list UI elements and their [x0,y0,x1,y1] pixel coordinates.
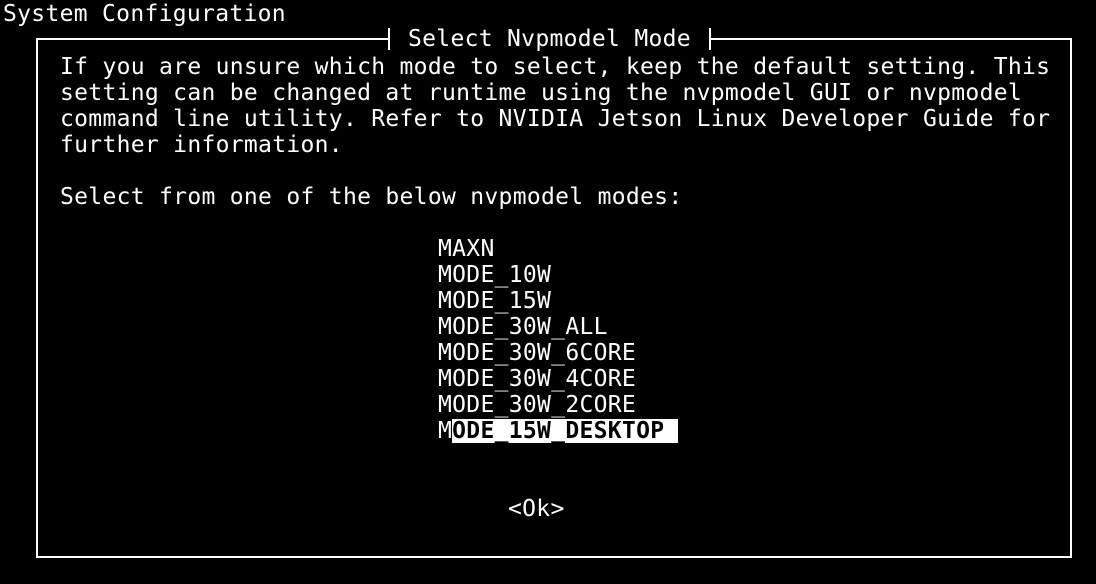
select-prompt: Select from one of the below nvpmodel mo… [60,184,683,210]
mode-item-maxn[interactable]: MAXN [438,236,678,262]
mode-item-30w-all[interactable]: MODE_30W_ALL [438,314,678,340]
mode-item-10w[interactable]: MODE_10W [438,262,678,288]
selected-mode-highlight: ODE_15W_DESKTOP [452,419,679,443]
screen-title: System Configuration [3,1,286,27]
title-right-tick [708,28,711,50]
mode-item-30w-2core[interactable]: MODE_30W_2CORE [438,392,678,418]
dialog-title-bar: Select Nvpmodel Mode [388,26,711,52]
description-line-2: setting can be changed at runtime using … [60,80,1023,106]
mode-list: MAXN MODE_10W MODE_15W MODE_30W_ALL MODE… [438,236,679,444]
nvpmodel-dialog: Select Nvpmodel Mode If you are unsure w… [36,26,1072,558]
mode-item-30w-6core[interactable]: MODE_30W_6CORE [438,340,678,366]
mode-item-30w-4core[interactable]: MODE_30W_4CORE [438,366,678,392]
selected-mode-first-char: M [438,418,453,444]
dialog-title: Select Nvpmodel Mode [408,26,691,52]
mode-item-15w[interactable]: MODE_15W [438,288,678,314]
description-line-4: further information. [60,132,343,158]
description-line-3: command line utility. Refer to NVIDIA Je… [60,106,1051,132]
mode-item-15w-desktop-selected[interactable]: M ODE_15W_DESKTOP [438,418,679,444]
description-line-1: If you are unsure which mode to select, … [60,54,1051,80]
ok-button[interactable]: <Ok> [508,496,565,522]
